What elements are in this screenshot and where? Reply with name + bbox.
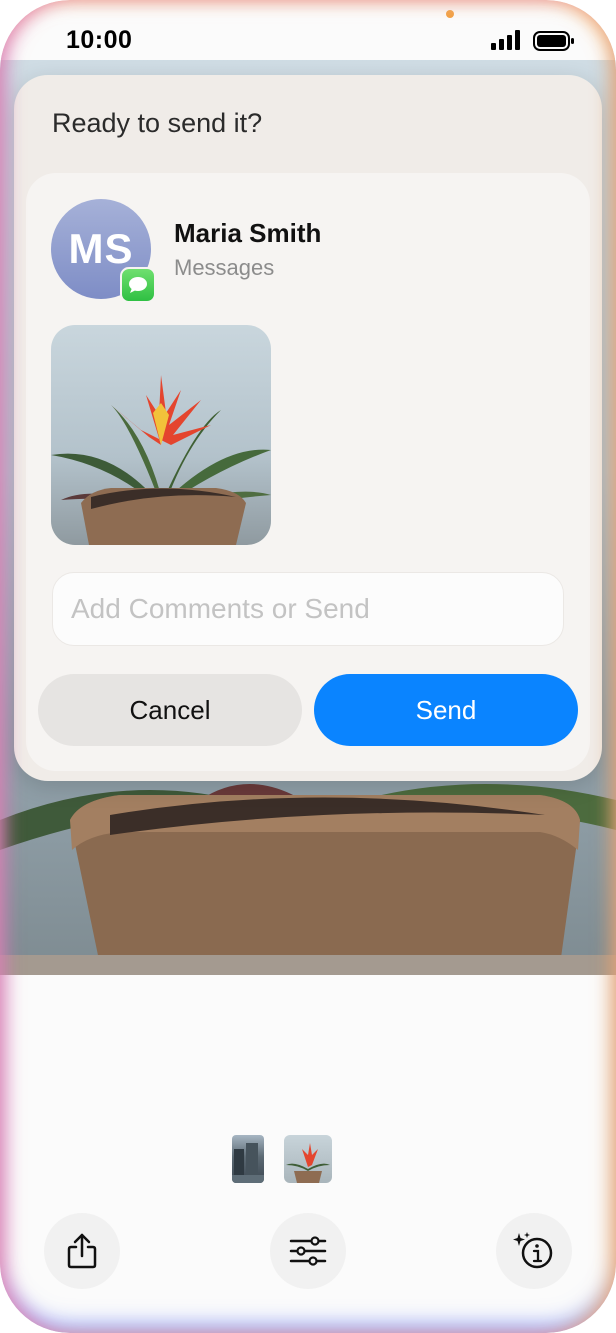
share-icon bbox=[67, 1233, 97, 1269]
sheet-title: Ready to send it? bbox=[52, 108, 263, 138]
visual-lookup-info-icon bbox=[513, 1232, 553, 1269]
dynamic-island bbox=[180, 0, 436, 52]
comment-input[interactable] bbox=[52, 572, 564, 646]
contact-app-label: Messages bbox=[174, 255, 275, 280]
contact-name: Maria Smith bbox=[174, 218, 322, 248]
send-button[interactable]: Send bbox=[314, 674, 578, 746]
phone-screen: 10:00 Ready to send it? MS Maria Smith M… bbox=[0, 0, 616, 1333]
attachment-thumbnail bbox=[51, 325, 271, 545]
messages-app-icon bbox=[120, 267, 156, 303]
cancel-button[interactable]: Cancel bbox=[38, 674, 302, 746]
cellular-signal-icon bbox=[491, 30, 523, 55]
filmstrip-thumbnail-city[interactable] bbox=[232, 1135, 264, 1183]
camera-indicator-icon bbox=[446, 10, 454, 18]
edit-adjust-button[interactable] bbox=[270, 1213, 346, 1289]
visual-lookup-info-button[interactable] bbox=[496, 1213, 572, 1289]
filmstrip-thumbnail-plant[interactable] bbox=[284, 1135, 332, 1183]
status-time: 10:00 bbox=[66, 26, 133, 54]
sliders-icon bbox=[289, 1236, 327, 1266]
battery-icon bbox=[533, 31, 575, 56]
share-button[interactable] bbox=[44, 1213, 120, 1289]
